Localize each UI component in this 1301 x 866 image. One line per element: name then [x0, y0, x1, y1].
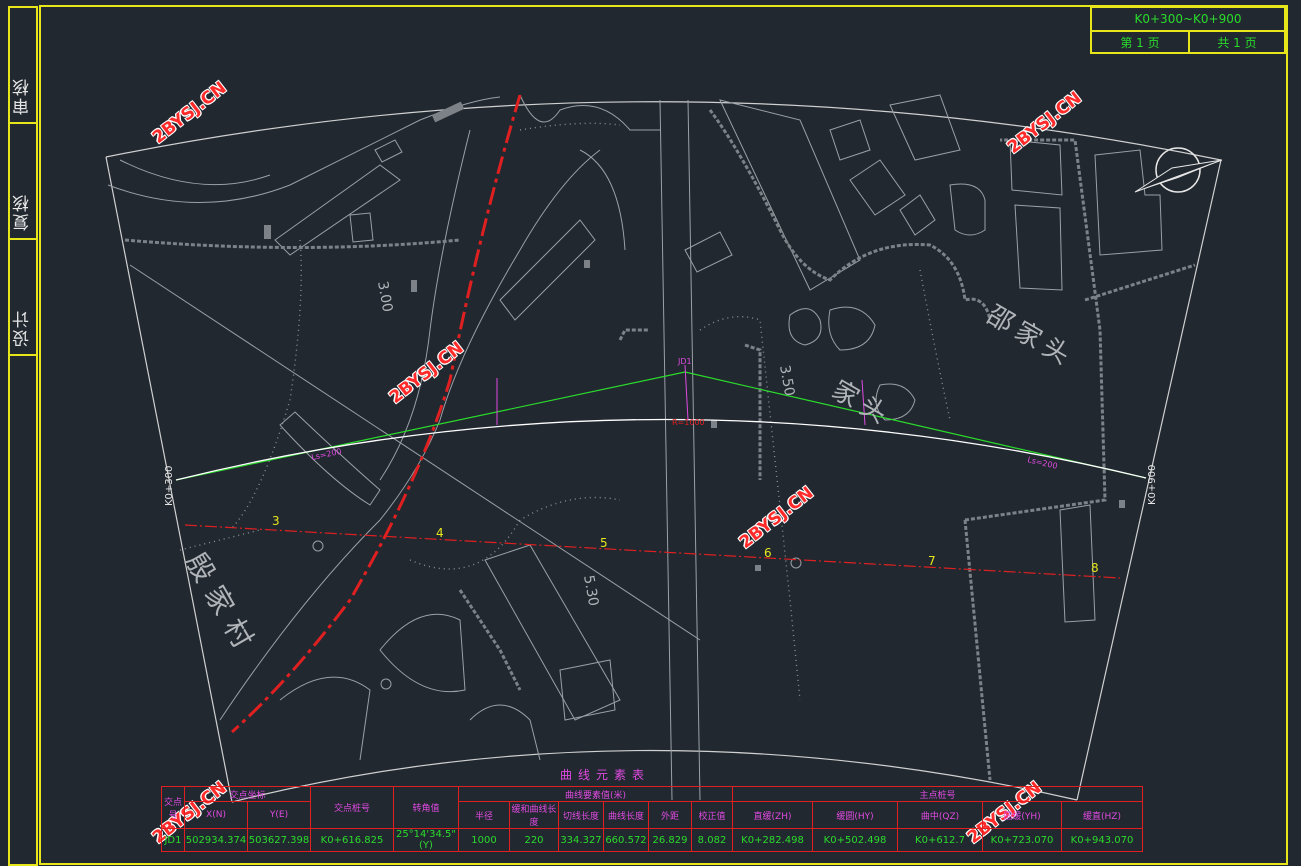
village-left-label: 殷家村	[179, 547, 265, 662]
station-number: 5	[600, 536, 608, 550]
alignment-tangents	[175, 371, 1147, 481]
cell-y: 503627.398	[247, 828, 311, 852]
col-jd-no: 交点号	[161, 786, 185, 829]
jd-label: JD1	[677, 357, 692, 366]
col-coords: 交点坐标	[184, 786, 311, 802]
elevation-label: 3.00	[374, 280, 395, 313]
station-number: 8	[1091, 561, 1099, 575]
cad-drawing-canvas[interactable]: 殷家村 邵家头 家头 3.00 3.50 5.30 Ls=200 Ls=200 …	[0, 0, 1301, 866]
station-number: 6	[764, 546, 772, 560]
cell-hy: K0+502.498	[812, 828, 898, 852]
map-sector-boundary	[105, 101, 1222, 803]
cell-qz: K0+612.7	[897, 828, 983, 852]
col-x: X(N)	[184, 801, 248, 829]
cell-x: 502934.374	[184, 828, 248, 852]
cell-hz: K0+943.070	[1061, 828, 1143, 852]
col-zh: 直缓(ZH)	[732, 801, 813, 829]
station-number: 3	[272, 514, 280, 528]
curve-elements-table: 交点号 交点坐标 交点桩号 转角值 曲线要素值(米) 主点桩号 X(N) Y(E…	[161, 786, 1143, 852]
col-angle: 转角值	[393, 786, 459, 829]
col-elements: 曲线要素值(米)	[458, 786, 733, 802]
page-number: 第 1 页	[1092, 32, 1190, 54]
col-station: 交点桩号	[310, 786, 394, 829]
cell-curve-len: 660.572	[603, 828, 649, 852]
cell-angle: 25°14'34.5"(Y)	[393, 828, 459, 852]
village-right-label: 邵家头	[982, 300, 1080, 374]
cell-zh: K0+282.498	[732, 828, 813, 852]
col-hy: 缓圆(HY)	[812, 801, 898, 829]
cell-tangent: 334.327	[558, 828, 604, 852]
station-number: 7	[928, 554, 936, 568]
col-hz: 缓直(HZ)	[1061, 801, 1143, 829]
red-centerline	[184, 524, 1121, 579]
recheck-label: 复核	[13, 193, 33, 231]
north-arrow-icon	[1134, 147, 1223, 193]
curve-table-title: 曲线元素表	[560, 768, 651, 782]
cell-external: 26.829	[648, 828, 692, 852]
col-spiral: 缓和曲线长度	[509, 801, 559, 829]
col-radius: 半径	[458, 801, 510, 829]
design-label: 设计	[13, 309, 33, 347]
cell-station: K0+616.825	[310, 828, 394, 852]
elevation-label: 3.50	[776, 364, 797, 397]
cell-yh: K0+723.070	[982, 828, 1062, 852]
title-block: K0+300~K0+900 第 1 页 共 1 页	[1090, 6, 1286, 54]
chainage-start-label: K0+300	[164, 465, 175, 506]
review-label: 审核	[13, 77, 33, 115]
map-walls	[124, 109, 1196, 781]
page-total: 共 1 页	[1217, 36, 1257, 50]
col-y: Y(E)	[247, 801, 311, 829]
review-strip: 审核 复核 设计	[8, 6, 38, 866]
chainage-end-label: K0+900	[1147, 464, 1158, 505]
cell-radius: 1000	[458, 828, 510, 852]
strip-divider	[10, 122, 36, 124]
map-dotted-paths	[179, 122, 951, 701]
table-row: JD1 502934.374 503627.398 K0+616.825 25°…	[161, 828, 1143, 852]
col-curve-len: 曲线长度	[603, 801, 649, 829]
col-external: 外距	[648, 801, 692, 829]
col-yh: 圆缓(YH)	[982, 801, 1062, 829]
cell-correction: 8.082	[691, 828, 733, 852]
cell-spiral: 220	[509, 828, 559, 852]
col-main-points: 主点桩号	[732, 786, 1143, 802]
col-qz: 曲中(QZ)	[897, 801, 983, 829]
map-features	[107, 94, 1163, 801]
map-circles	[312, 540, 802, 690]
col-correction: 校正值	[691, 801, 733, 829]
radius-label: R=1000	[672, 418, 705, 427]
chainage-range: K0+300~K0+900	[1092, 8, 1284, 32]
strip-divider	[10, 354, 36, 356]
curve-annotations	[496, 364, 866, 426]
station-number: 4	[436, 526, 444, 540]
elevation-label: 5.30	[580, 574, 601, 607]
alignment-curve	[175, 418, 1147, 481]
ls-left-label: Ls=200	[311, 447, 343, 462]
cell-jd: JD1	[161, 828, 185, 852]
col-tangent: 切线长度	[558, 801, 604, 829]
strip-divider	[10, 238, 36, 240]
